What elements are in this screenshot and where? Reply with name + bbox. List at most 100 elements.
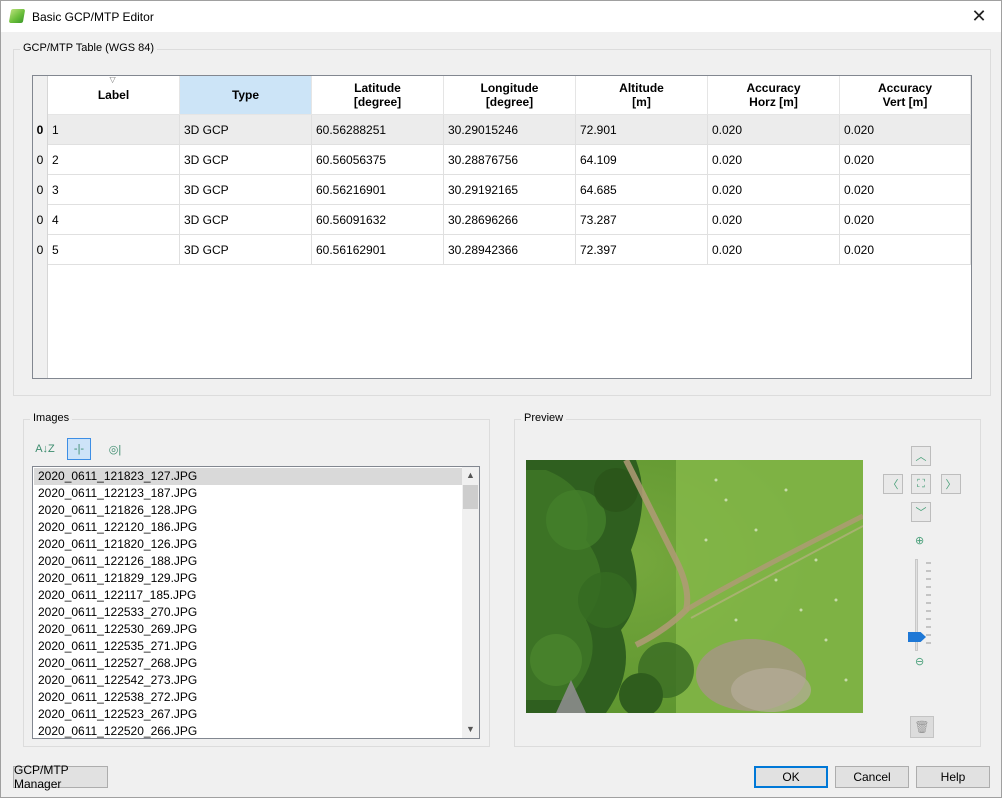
row-header[interactable]: 0 <box>33 115 48 145</box>
table-header: ▽ Label Type Latitude [degree] Longitude… <box>48 76 971 115</box>
cell-altitude[interactable]: 73.287 <box>576 205 708 235</box>
cell-accuracy-vert[interactable]: 0.020 <box>840 205 971 235</box>
cell-longitude[interactable]: 30.29015246 <box>444 115 576 145</box>
image-list-item[interactable]: 2020_0611_121820_126.JPG <box>34 536 462 553</box>
image-list-item[interactable]: 2020_0611_122533_270.JPG <box>34 604 462 621</box>
cell-accuracy-horz[interactable]: 0.020 <box>708 235 840 265</box>
scrollbar-thumb[interactable] <box>463 485 478 509</box>
cell-accuracy-horz[interactable]: 0.020 <box>708 205 840 235</box>
cell-longitude[interactable]: 30.28876756 <box>444 145 576 175</box>
cell-type[interactable]: 3D GCP <box>180 205 312 235</box>
cell-type[interactable]: 3D GCP <box>180 175 312 205</box>
gcp-manager-button[interactable]: GCP/MTP Manager <box>13 763 108 791</box>
cell-altitude[interactable]: 72.901 <box>576 115 708 145</box>
cell-label[interactable]: 4 <box>48 205 180 235</box>
table-row[interactable]: 0 5 3D GCP 60.56162901 30.28942366 72.39… <box>33 235 971 265</box>
preview-group-label: Preview <box>521 412 567 424</box>
cell-accuracy-horz[interactable]: 0.020 <box>708 175 840 205</box>
zoom-out-icon[interactable]: ⊖ <box>915 655 924 668</box>
scroll-down-icon[interactable]: ▼ <box>462 721 479 738</box>
column-header-longitude[interactable]: Longitude [degree] <box>444 76 576 115</box>
cell-label[interactable]: 1 <box>48 115 180 145</box>
image-list-item[interactable]: 2020_0611_121826_128.JPG <box>34 502 462 519</box>
row-header[interactable]: 0 <box>33 205 48 235</box>
help-button[interactable]: Help <box>916 766 990 788</box>
cell-label[interactable]: 2 <box>48 145 180 175</box>
filter-gcp-icon[interactable]: -|- <box>67 438 91 460</box>
image-list-item[interactable]: 2020_0611_122538_272.JPG <box>34 689 462 706</box>
cell-longitude[interactable]: 30.28942366 <box>444 235 576 265</box>
row-header[interactable]: 0 <box>33 145 48 175</box>
column-header-accuracy-horz[interactable]: Accuracy Horz [m] <box>708 76 840 115</box>
cell-altitude[interactable]: 64.685 <box>576 175 708 205</box>
cell-accuracy-vert[interactable]: 0.020 <box>840 175 971 205</box>
ok-button[interactable]: OK <box>754 766 828 788</box>
image-list-item[interactable]: 2020_0611_122523_267.JPG <box>34 706 462 723</box>
cell-accuracy-horz[interactable]: 0.020 <box>708 145 840 175</box>
cell-accuracy-horz[interactable]: 0.020 <box>708 115 840 145</box>
cell-longitude[interactable]: 30.29192165 <box>444 175 576 205</box>
column-header-accuracy-vert[interactable]: Accuracy Vert [m] <box>840 76 971 115</box>
table-row[interactable]: 0 2 3D GCP 60.56056375 30.28876756 64.10… <box>33 145 971 175</box>
cell-accuracy-vert[interactable]: 0.020 <box>840 115 971 145</box>
cell-longitude[interactable]: 30.28696266 <box>444 205 576 235</box>
pan-up-icon[interactable]: ︿ <box>911 446 931 466</box>
pan-left-icon[interactable]: 〈 <box>883 474 903 494</box>
zoom-slider-ticks <box>926 562 931 644</box>
image-list-item[interactable]: 2020_0611_122527_268.JPG <box>34 655 462 672</box>
pan-down-icon[interactable]: ﹀ <box>911 502 931 522</box>
table-row[interactable]: 0 1 3D GCP 60.56288251 30.29015246 72.90… <box>33 115 971 145</box>
cell-label[interactable]: 3 <box>48 175 180 205</box>
cell-altitude[interactable]: 64.109 <box>576 145 708 175</box>
title-bar: Basic GCP/MTP Editor ✕ <box>1 1 1001 32</box>
image-list-item[interactable]: 2020_0611_122520_266.JPG <box>34 723 462 738</box>
image-list-item[interactable]: 2020_0611_122126_188.JPG <box>34 553 462 570</box>
preview-image[interactable] <box>526 460 863 713</box>
image-list[interactable]: 2020_0611_121823_127.JPG 2020_0611_122123… <box>32 466 480 739</box>
image-list-item[interactable]: 2020_0611_122542_273.JPG <box>34 672 462 689</box>
column-header-label[interactable]: ▽ Label <box>48 76 180 115</box>
row-header[interactable]: 0 <box>33 175 48 205</box>
table-row[interactable]: 0 4 3D GCP 60.56091632 30.28696266 73.28… <box>33 205 971 235</box>
close-button[interactable]: ✕ <box>957 1 1001 32</box>
zoom-in-icon[interactable]: ⊕ <box>915 534 924 547</box>
sort-indicator-icon: ▽ <box>109 75 116 84</box>
table-row[interactable]: 0 3 3D GCP 60.56216901 30.29192165 64.68… <box>33 175 971 205</box>
column-header-altitude[interactable]: Altitude [m] <box>576 76 708 115</box>
cell-label[interactable]: 5 <box>48 235 180 265</box>
image-list-item[interactable]: 2020_0611_122123_187.JPG <box>34 485 462 502</box>
cell-latitude[interactable]: 60.56162901 <box>312 235 444 265</box>
aerial-photo <box>526 460 863 713</box>
cell-latitude[interactable]: 60.56091632 <box>312 205 444 235</box>
image-list-scrollbar[interactable]: ▲ ▼ <box>462 467 479 738</box>
dialog-window: Basic GCP/MTP Editor ✕ GCP/MTP Table (WG… <box>0 0 1002 798</box>
cell-type[interactable]: 3D GCP <box>180 145 312 175</box>
scroll-up-icon[interactable]: ▲ <box>462 467 479 484</box>
cell-latitude[interactable]: 60.56056375 <box>312 145 444 175</box>
sort-az-icon[interactable]: A↓Z <box>33 438 57 460</box>
pan-right-icon[interactable]: 〉 <box>941 474 961 494</box>
image-list-item[interactable]: 2020_0611_122120_186.JPG <box>34 519 462 536</box>
cell-accuracy-vert[interactable]: 0.020 <box>840 145 971 175</box>
image-list-item[interactable]: 2020_0611_121823_127.JPG <box>34 468 462 485</box>
row-header[interactable]: 0 <box>33 235 48 265</box>
image-list-item[interactable]: 2020_0611_122117_185.JPG <box>34 587 462 604</box>
cell-type[interactable]: 3D GCP <box>180 235 312 265</box>
cell-latitude[interactable]: 60.56288251 <box>312 115 444 145</box>
image-list-item[interactable]: 2020_0611_122530_269.JPG <box>34 621 462 638</box>
delete-mark-icon[interactable]: 🗑 <box>910 716 934 738</box>
show-marked-icon[interactable]: ◎| <box>103 438 127 460</box>
gcp-table-group-label: GCP/MTP Table (WGS 84) <box>20 42 158 54</box>
cell-type[interactable]: 3D GCP <box>180 115 312 145</box>
cell-altitude[interactable]: 72.397 <box>576 235 708 265</box>
images-group-label: Images <box>30 412 73 424</box>
fit-view-icon[interactable]: ⛶ <box>911 474 931 494</box>
cancel-button[interactable]: Cancel <box>835 766 909 788</box>
image-list-item[interactable]: 2020_0611_122535_271.JPG <box>34 638 462 655</box>
cell-latitude[interactable]: 60.56216901 <box>312 175 444 205</box>
column-header-latitude[interactable]: Latitude [degree] <box>312 76 444 115</box>
column-header-type[interactable]: Type <box>180 76 312 115</box>
image-list-item[interactable]: 2020_0611_121829_129.JPG <box>34 570 462 587</box>
cell-accuracy-vert[interactable]: 0.020 <box>840 235 971 265</box>
gcp-table: ▽ Label Type Latitude [degree] Longitude… <box>32 75 972 379</box>
